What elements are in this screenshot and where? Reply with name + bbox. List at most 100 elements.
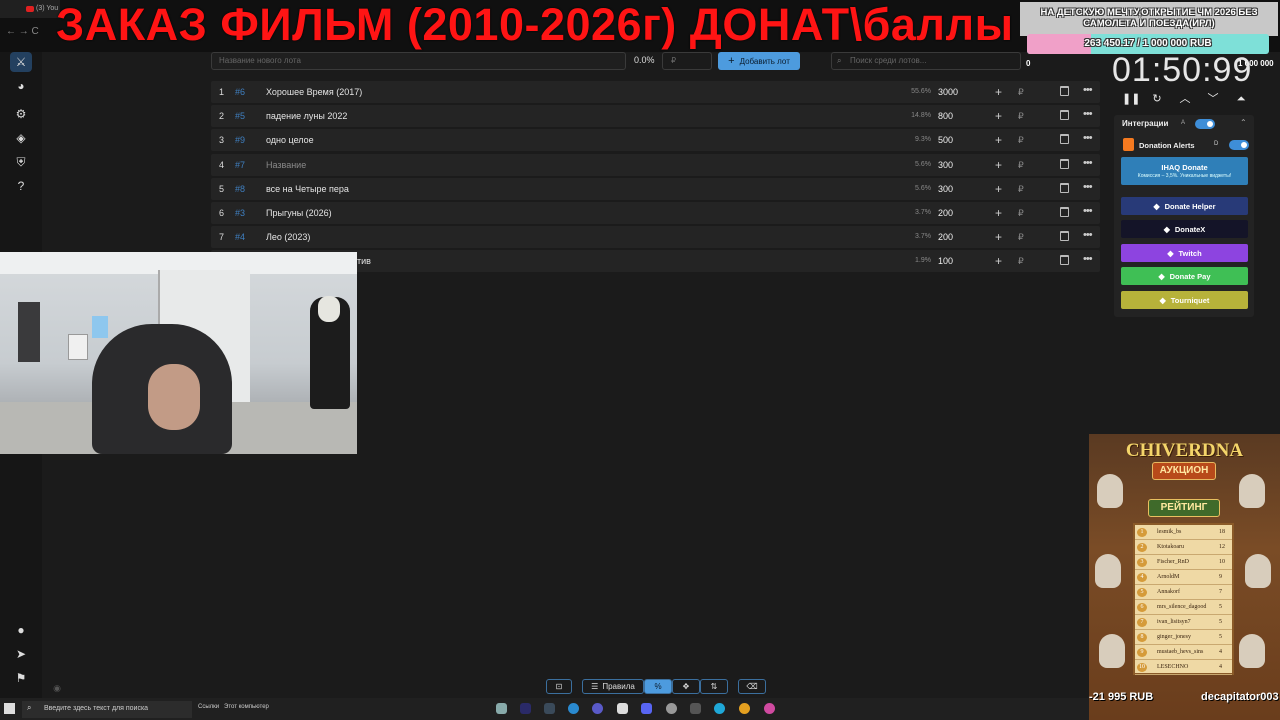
add-lot-button[interactable]: + Добавить лот — [718, 52, 800, 70]
browser-nav-buttons[interactable]: ← → C — [0, 22, 60, 40]
lot-amount[interactable]: 800 — [938, 111, 953, 121]
telegram-icon[interactable]: ➤ — [10, 644, 32, 664]
integrations-toggle[interactable] — [1195, 119, 1215, 129]
lot-name[interactable]: одно целое — [266, 135, 314, 145]
lot-row[interactable]: 6 #3 Прыгуны (2026) 3.7% 200 + ₽ ••• — [211, 201, 1100, 224]
search-lots-input[interactable]: ⌕ Поиск среди лотов... — [831, 52, 1021, 70]
lot-amount[interactable]: 3000 — [938, 87, 958, 97]
vpn-icon[interactable] — [592, 703, 603, 714]
add-amount-icon[interactable]: + — [995, 206, 1002, 220]
reset-icon[interactable]: ↻ — [1150, 92, 1164, 106]
app-icon[interactable] — [690, 703, 701, 714]
help-icon[interactable]: ? — [10, 176, 32, 196]
lot-amount[interactable]: 100 — [938, 256, 953, 266]
add-amount-icon[interactable]: + — [995, 109, 1002, 123]
integration-service-button[interactable]: ◆ Tourniquet — [1121, 291, 1248, 309]
more-icon[interactable]: ••• — [1083, 205, 1093, 217]
trash-icon[interactable] — [1060, 86, 1069, 96]
windows-start-icon[interactable] — [4, 703, 15, 714]
amount-input[interactable]: ₽ — [662, 52, 712, 70]
wheel-icon[interactable]: ◕ — [10, 76, 32, 96]
extension-icon[interactable]: ⚑ — [10, 668, 32, 688]
trash-icon[interactable] — [1060, 182, 1069, 193]
telegram-app-icon[interactable] — [568, 703, 579, 714]
integration-service-button[interactable]: ◆ Twitch — [1121, 244, 1248, 262]
this-pc-toolbar[interactable]: Этот компьютер — [224, 704, 269, 710]
integration-service-button[interactable]: ◆ Donate Pay — [1121, 267, 1248, 285]
more-icon[interactable]: ••• — [1083, 84, 1093, 96]
lot-row[interactable]: 3 #9 одно целое 9.3% 500 + ₽ ••• — [211, 129, 1100, 152]
lot-name[interactable]: Название — [266, 160, 306, 170]
settings-icon[interactable]: ⚙ — [10, 104, 32, 124]
lot-name[interactable]: падение луны 2022 — [266, 111, 347, 121]
collapse-icon[interactable]: ⌃ — [1240, 118, 1247, 127]
more-icon[interactable]: ••• — [1083, 229, 1093, 241]
new-lot-input[interactable]: Название нового лота — [211, 52, 626, 70]
discord-icon[interactable] — [641, 703, 652, 714]
lot-amount[interactable]: 500 — [938, 135, 953, 145]
lot-row[interactable]: 5 #8 все на Четыре пера 5.6% 300 + ₽ ••• — [211, 177, 1100, 200]
auction-icon[interactable]: ⚔ — [10, 52, 32, 72]
lot-amount[interactable]: 300 — [938, 184, 953, 194]
links-toolbar[interactable]: Ссылки — [198, 704, 219, 710]
lot-amount[interactable]: 200 — [938, 208, 953, 218]
trash-icon[interactable] — [1060, 134, 1069, 145]
browser-icon[interactable] — [764, 703, 775, 714]
clear-icon[interactable]: ⌫ — [738, 679, 766, 694]
trash-icon[interactable] — [1060, 231, 1069, 242]
browser-tab[interactable]: (3) You — [0, 0, 60, 18]
more-icon[interactable]: ••• — [1083, 181, 1093, 193]
layers-icon[interactable]: ◈ — [10, 128, 32, 148]
more-icon[interactable]: ••• — [1083, 157, 1093, 169]
more-icon[interactable]: ••• — [1083, 108, 1093, 120]
pause-icon[interactable]: ❚❚ — [1122, 92, 1140, 106]
percent-toggle[interactable]: % — [644, 679, 672, 694]
lot-name[interactable]: Прыгуны (2026) — [266, 208, 332, 218]
donation-alerts-toggle[interactable] — [1229, 140, 1249, 150]
eye-icon[interactable]: ◉ — [46, 678, 68, 698]
more-icon[interactable]: ••• — [1083, 132, 1093, 144]
double-chevron-up-icon[interactable]: ⏶ — [1234, 92, 1248, 106]
lot-name[interactable]: все на Четыре пера — [266, 184, 349, 194]
save-icon[interactable]: ⊡ — [546, 679, 572, 694]
bunny-icon — [1239, 474, 1265, 508]
more-icon[interactable]: ••• — [1083, 253, 1093, 265]
add-amount-icon[interactable]: + — [995, 182, 1002, 196]
lot-amount[interactable]: 200 — [938, 232, 953, 242]
lot-row[interactable]: 2 #5 падение луны 2022 14.8% 800 + ₽ ••• — [211, 105, 1100, 128]
taskbar-search[interactable]: Введите здесь текст для поиска — [22, 701, 192, 718]
trash-icon[interactable] — [1060, 158, 1069, 169]
add-amount-icon[interactable]: + — [995, 85, 1002, 99]
add-amount-icon[interactable]: + — [995, 158, 1002, 172]
integration-service-button[interactable]: IHAQ Donate Комиссия – 3,5%. Уникальные в… — [1121, 157, 1248, 185]
trash-icon[interactable] — [1060, 206, 1069, 217]
sort-icon[interactable]: ⇅ — [700, 679, 728, 694]
steam-icon[interactable] — [544, 703, 555, 714]
github-icon[interactable]: ● — [10, 620, 32, 640]
lot-row[interactable]: 1 #6 Хорошее Время (2017) 55.6% 3000 + ₽ ••• — [211, 81, 1100, 103]
obs-icon[interactable] — [617, 703, 628, 714]
calculator-icon[interactable] — [496, 703, 507, 714]
add-amount-icon[interactable]: + — [995, 254, 1002, 268]
gear-icon[interactable] — [666, 703, 677, 714]
lot-row[interactable]: 7 #4 Лео (2023) 3.7% 200 + ₽ ••• — [211, 226, 1100, 249]
move-icon[interactable]: ✥ — [672, 679, 700, 694]
add-amount-icon[interactable]: + — [995, 133, 1002, 147]
lot-name[interactable]: Лео (2023) — [266, 232, 310, 242]
edge-icon[interactable] — [714, 703, 725, 714]
premiere-icon[interactable] — [520, 703, 531, 714]
integration-service-button[interactable]: ◆ DonateX — [1121, 220, 1248, 238]
rules-button[interactable]: ☰ Правила — [582, 679, 644, 694]
chrome-icon[interactable] — [739, 703, 750, 714]
lot-amount[interactable]: 300 — [938, 160, 953, 170]
chevron-down-icon[interactable]: ﹀ — [1206, 92, 1220, 106]
lot-name[interactable]: Хорошее Время (2017) — [266, 87, 362, 97]
add-amount-icon[interactable]: + — [995, 230, 1002, 244]
shield-icon[interactable]: ⛨ — [10, 152, 32, 172]
integration-service-button[interactable]: ◆ Donate Helper — [1121, 197, 1248, 215]
trash-icon[interactable] — [1060, 255, 1069, 266]
lot-row[interactable]: 4 #7 Название 5.6% 300 + ₽ ••• — [211, 153, 1100, 176]
chevron-up-icon[interactable]: ︿ — [1178, 92, 1192, 106]
lot-name[interactable]: тив — [357, 256, 371, 266]
trash-icon[interactable] — [1060, 110, 1069, 121]
